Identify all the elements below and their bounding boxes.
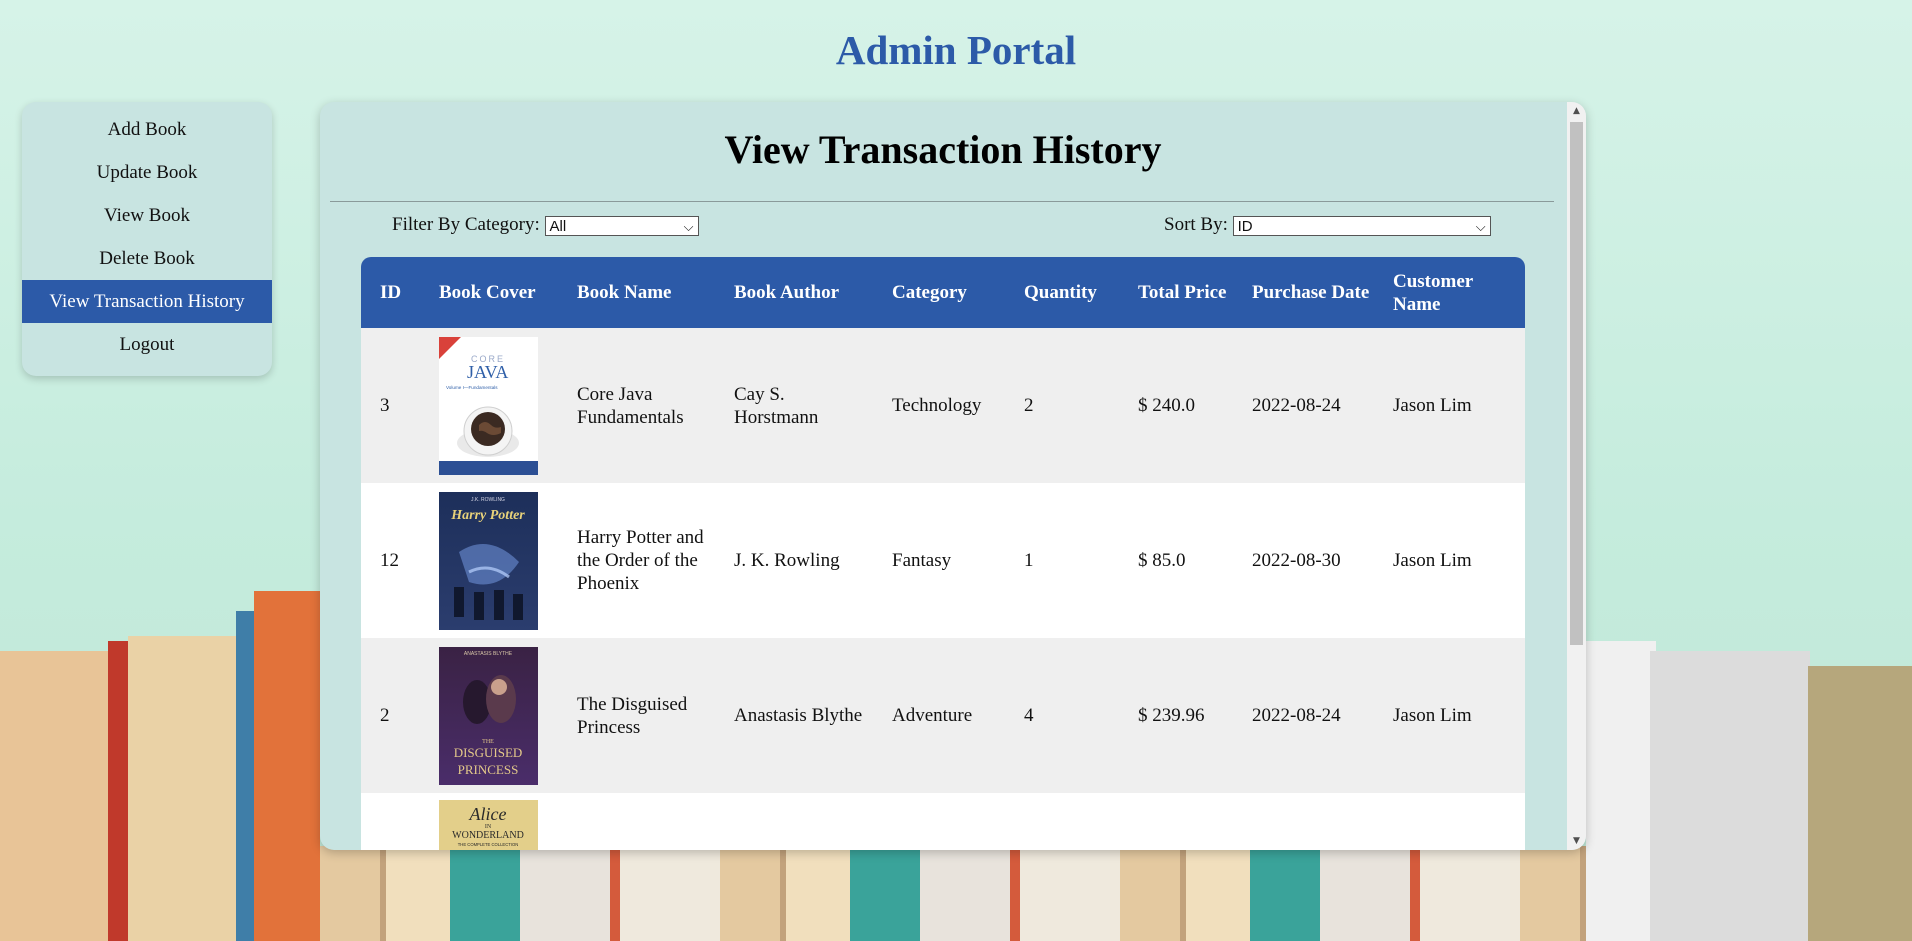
scroll-up-arrow-icon[interactable]: ▲ xyxy=(1567,106,1586,116)
cell-book-author xyxy=(715,793,873,850)
cell-book-author: J. K. Rowling xyxy=(715,483,873,638)
cell-total-price xyxy=(1119,793,1233,850)
cell-purchase-date: 2022-08-30 xyxy=(1233,483,1374,638)
harry-potter-cover-image: J.K. ROWLING Harry Potter xyxy=(439,491,538,630)
page-title: View Transaction History xyxy=(724,127,1162,172)
svg-text:Volume I—Fundamentals: Volume I—Fundamentals xyxy=(446,385,498,390)
cell-total-price: $ 240.0 xyxy=(1119,328,1233,483)
scroll-thumb[interactable] xyxy=(1570,122,1583,645)
column-header-customer-name: Customer Name xyxy=(1374,257,1525,328)
cell-book-name: Core Java Fundamentals xyxy=(558,328,715,483)
cell-book-author: Anastasis Blythe xyxy=(715,638,873,793)
cell-total-price: $ 239.96 xyxy=(1119,638,1233,793)
chevron-down-icon: ⌵ xyxy=(1475,218,1486,234)
cell-total-price: $ 85.0 xyxy=(1119,483,1233,638)
sidebar-item-view-book[interactable]: View Book xyxy=(22,194,272,237)
cell-category xyxy=(873,793,1005,850)
cell-id: 3 xyxy=(361,328,420,483)
cell-quantity: 1 xyxy=(1005,483,1119,638)
filter-label: Filter By Category: xyxy=(392,214,540,235)
cell-customer-name: Jason Lim xyxy=(1374,638,1525,793)
svg-text:ANASTASIS BLYTHE: ANASTASIS BLYTHE xyxy=(464,651,513,657)
transaction-table: ID Book Cover Book Name Book Author Cate… xyxy=(361,257,1525,850)
svg-text:J.K. ROWLING: J.K. ROWLING xyxy=(471,497,505,503)
column-header-purchase-date: Purchase Date xyxy=(1233,257,1374,328)
cell-book-name: Harry Potter and the Order of the Phoeni… xyxy=(558,483,715,638)
category-filter-select[interactable]: All ⌵ xyxy=(544,215,699,236)
cell-category: Technology xyxy=(873,328,1005,483)
cell-purchase-date: 2022-08-24 xyxy=(1233,328,1374,483)
table-row: 2 ANASTASIS BLYTHE THE DISGUISED PRINCES… xyxy=(361,638,1525,793)
svg-text:WONDERLAND: WONDERLAND xyxy=(452,830,524,841)
alice-in-wonderland-cover-image: Alice IN WONDERLAND THE COMPLETE COLLECT… xyxy=(439,800,538,850)
sidebar-item-view-transaction-history[interactable]: View Transaction History xyxy=(22,280,272,323)
main-panel: View Transaction History Filter By Categ… xyxy=(320,102,1586,850)
column-header-book-cover: Book Cover xyxy=(420,257,558,328)
divider xyxy=(330,201,1554,202)
svg-text:Alice: Alice xyxy=(469,804,507,824)
sidebar-item-delete-book[interactable]: Delete Book xyxy=(22,237,272,280)
svg-text:PRINCESS: PRINCESS xyxy=(458,762,519,777)
scroll-down-arrow-icon[interactable]: ▼ xyxy=(1567,836,1586,846)
sidebar-item-logout[interactable]: Logout xyxy=(22,323,272,366)
cell-customer-name xyxy=(1374,793,1525,850)
core-java-cover-image: CORE JAVA Volume I—Fundamentals xyxy=(439,336,538,475)
svg-text:JAVA: JAVA xyxy=(467,362,508,382)
category-filter-value: All xyxy=(549,217,567,235)
cell-id: 2 xyxy=(361,638,420,793)
cell-customer-name: Jason Lim xyxy=(1374,483,1525,638)
disguised-princess-cover-image: ANASTASIS BLYTHE THE DISGUISED PRINCESS xyxy=(439,646,538,785)
column-header-id: ID xyxy=(361,257,420,328)
app-title: Admin Portal xyxy=(835,27,1077,73)
panel-scrollbar[interactable]: ▲ ▼ xyxy=(1567,102,1586,850)
cell-customer-name: Jason Lim xyxy=(1374,328,1525,483)
column-header-book-author: Book Author xyxy=(715,257,873,328)
cell-id xyxy=(361,793,420,850)
sort-by-value: ID xyxy=(1237,217,1253,235)
cell-quantity xyxy=(1005,793,1119,850)
cell-book-name xyxy=(558,793,715,850)
svg-text:DISGUISED: DISGUISED xyxy=(454,745,523,760)
column-header-book-name: Book Name xyxy=(558,257,715,328)
sort-by-select[interactable]: ID ⌵ xyxy=(1232,215,1491,236)
sidebar-item-update-book[interactable]: Update Book xyxy=(22,151,272,194)
cell-quantity: 4 xyxy=(1005,638,1119,793)
cell-quantity: 2 xyxy=(1005,328,1119,483)
column-header-total-price: Total Price xyxy=(1119,257,1233,328)
cell-purchase-date xyxy=(1233,793,1374,850)
cell-purchase-date: 2022-08-24 xyxy=(1233,638,1374,793)
filter-row: Filter By Category: All ⌵ xyxy=(392,214,699,236)
sort-row: Sort By: ID ⌵ xyxy=(1164,214,1491,236)
table-row: 3 CORE JAVA Volume I—Fundamentals Core J… xyxy=(361,328,1525,483)
sidebar-item-add-book[interactable]: Add Book xyxy=(22,108,272,151)
cell-id: 12 xyxy=(361,483,420,638)
chevron-down-icon: ⌵ xyxy=(683,218,694,234)
column-header-category: Category xyxy=(873,257,1005,328)
sidebar: Add Book Update Book View Book Delete Bo… xyxy=(22,102,272,376)
svg-text:THE COMPLETE COLLECTION: THE COMPLETE COLLECTION xyxy=(458,842,519,847)
table-row: Alice IN WONDERLAND THE COMPLETE COLLECT… xyxy=(361,793,1525,850)
svg-text:Harry Potter: Harry Potter xyxy=(450,508,525,523)
cell-book-author: Cay S. Horstmann xyxy=(715,328,873,483)
table-header-row: ID Book Cover Book Name Book Author Cate… xyxy=(361,257,1525,328)
table-row: 12 J.K. ROWLING Harry Potter Harry Potte… xyxy=(361,483,1525,638)
cell-category: Adventure xyxy=(873,638,1005,793)
column-header-quantity: Quantity xyxy=(1005,257,1119,328)
cell-book-name: The Disguised Princess xyxy=(558,638,715,793)
cell-category: Fantasy xyxy=(873,483,1005,638)
sort-label: Sort By: xyxy=(1164,214,1228,235)
